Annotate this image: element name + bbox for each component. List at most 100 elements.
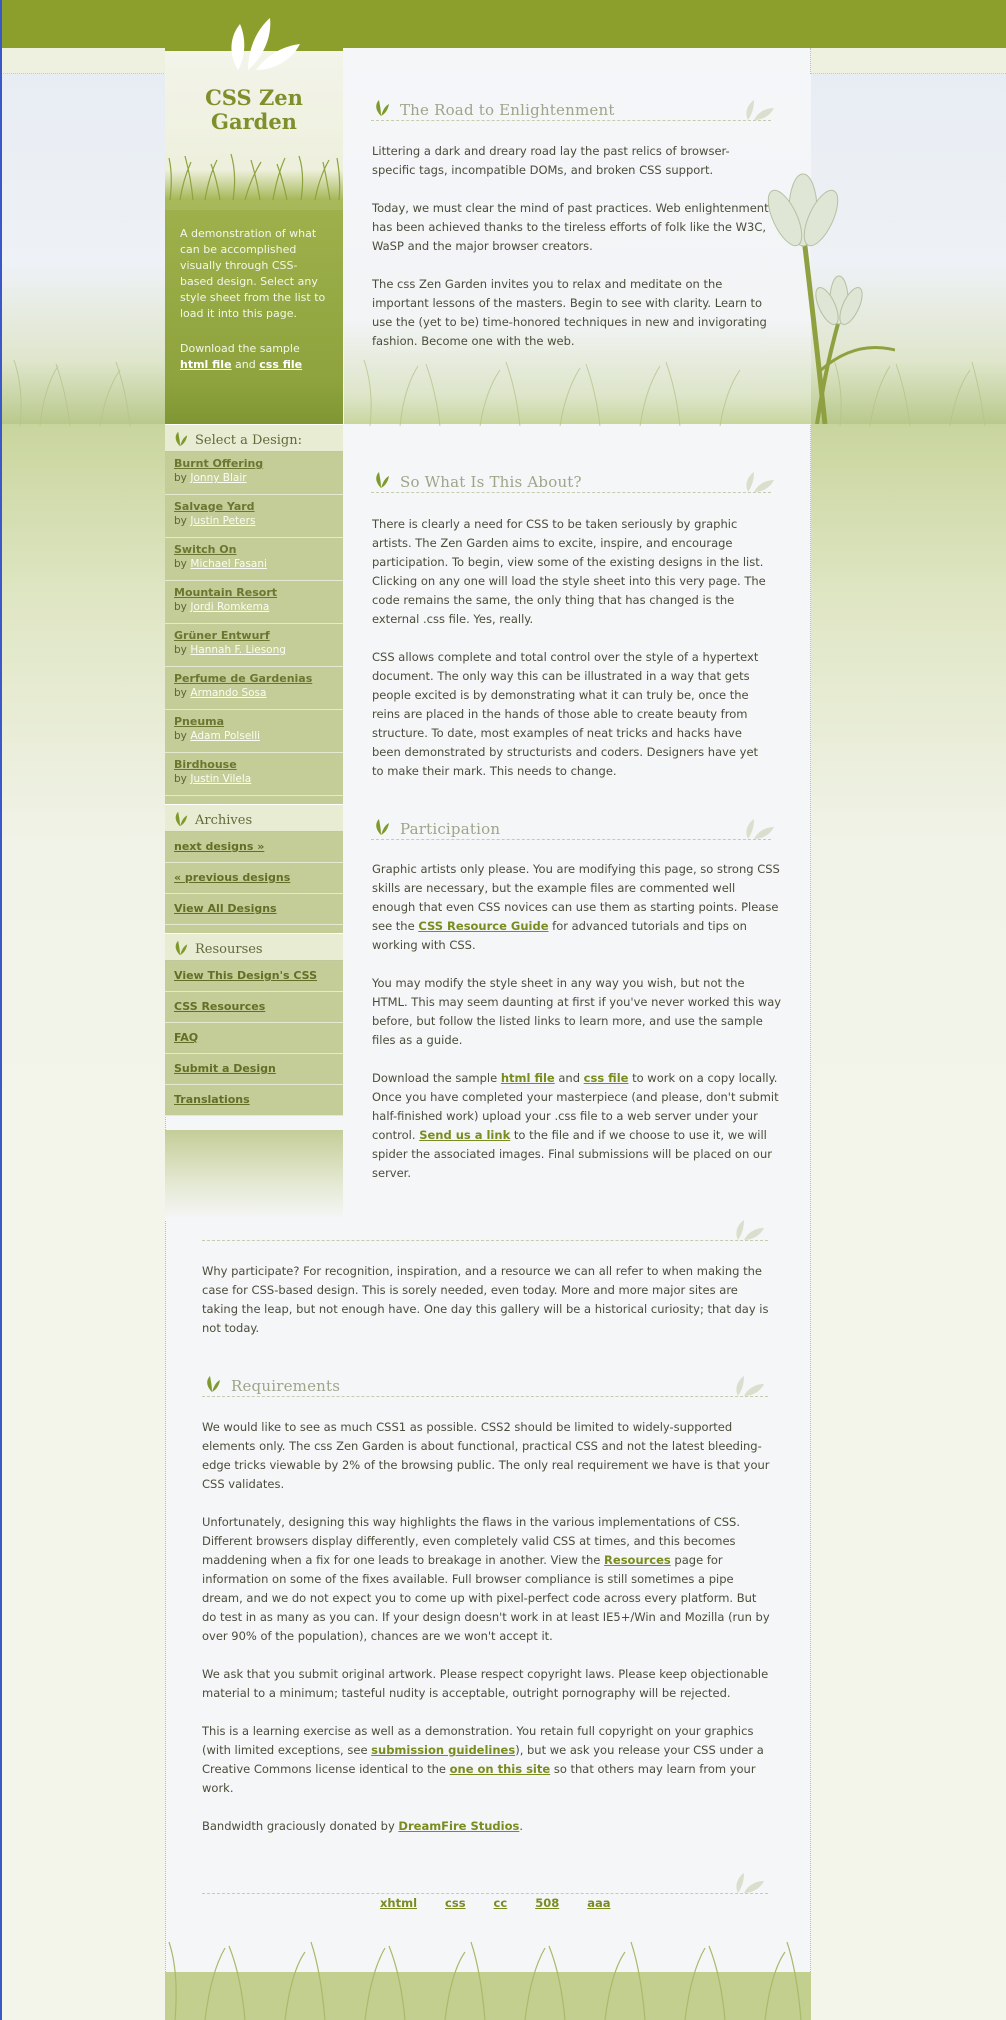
previous-designs-link[interactable]: « previous designs <box>165 863 343 894</box>
css-resources-label[interactable]: CSS Resources <box>174 1000 265 1013</box>
requirements-heading-text: Requirements <box>230 1377 341 1395</box>
archives-heading: Archives <box>165 804 343 832</box>
design-name-link[interactable]: Perfume de Gardenias <box>174 672 312 685</box>
requirements-paragraph-2: Unfortunately, designing this way highli… <box>202 1513 774 1646</box>
requirements-paragraph-1: We would like to see as much CSS1 as pos… <box>202 1420 770 1491</box>
view-design-css-link[interactable]: View This Design's CSS <box>165 961 343 992</box>
design-author-link[interactable]: Jordi Romkema <box>190 601 269 613</box>
explanation-heading: So What Is This About? <box>371 470 582 491</box>
heading-divider <box>202 1396 768 1397</box>
next-designs-label[interactable]: next designs » <box>174 840 264 853</box>
license-link[interactable]: one on this site <box>450 1762 551 1776</box>
design-name-link[interactable]: Mountain Resort <box>174 586 277 599</box>
design-name-link[interactable]: Switch On <box>174 543 236 556</box>
design-list-item[interactable]: Birdhouse by Justin Vilela <box>165 753 343 796</box>
preamble-body: Littering a dark and dreary road lay the… <box>372 142 772 370</box>
benefits-body: Why participate? For recognition, inspir… <box>202 1262 772 1357</box>
leaf-icon <box>376 100 389 116</box>
design-list-item[interactable]: Grüner Entwurf by Hannah F. Liesong <box>165 624 343 667</box>
design-author-link[interactable]: Armando Sosa <box>190 687 266 699</box>
design-list-item[interactable]: Burnt Offering by Jonny Blair <box>165 452 343 495</box>
leaf-icon <box>175 431 188 447</box>
preamble-heading: The Road to Enlightenment <box>371 98 615 119</box>
translations-label[interactable]: Translations <box>174 1093 250 1106</box>
leaf-ornament-icon <box>746 472 774 492</box>
requirements-paragraph-5: Bandwidth graciously donated by DreamFir… <box>202 1817 774 1836</box>
site-title: CSS Zen Garden <box>165 86 343 134</box>
html-file-link[interactable]: html file <box>501 1071 555 1085</box>
design-by-label: by <box>174 687 187 699</box>
requirements-text: Bandwidth graciously donated by <box>202 1819 399 1833</box>
leaf-icon <box>376 472 389 488</box>
submission-guidelines-link[interactable]: submission guidelines <box>371 1743 515 1757</box>
footer-css-link[interactable]: css <box>445 1896 466 1910</box>
faq-link[interactable]: FAQ <box>165 1023 343 1054</box>
preamble-paragraph-2: Today, we must clear the mind of past pr… <box>372 201 769 253</box>
design-name-link[interactable]: Birdhouse <box>174 758 237 771</box>
footer-aaa-link[interactable]: aaa <box>587 1896 610 1910</box>
submit-design-link[interactable]: Submit a Design <box>165 1054 343 1085</box>
design-by-label: by <box>174 558 187 570</box>
sidebar-gap <box>165 796 343 804</box>
explanation-heading-text: So What Is This About? <box>399 473 582 491</box>
select-design-heading-text: Select a Design: <box>195 433 302 448</box>
footer-cc-link[interactable]: cc <box>494 1896 508 1910</box>
leaf-icon <box>175 940 188 956</box>
leaf-ornament-icon <box>736 1220 764 1240</box>
requirements-paragraph-3: We ask that you submit original artwork.… <box>202 1667 769 1700</box>
design-author-link[interactable]: Hannah F. Liesong <box>190 644 286 656</box>
design-by-label: by <box>174 601 187 613</box>
design-author-link[interactable]: Justin Peters <box>190 515 255 527</box>
sidebar-gap <box>165 925 343 933</box>
leaf-ornament-icon <box>746 819 774 839</box>
heading-divider <box>202 1240 768 1241</box>
design-author-link[interactable]: Jonny Blair <box>190 472 246 484</box>
sidebar-fade <box>165 1130 343 1220</box>
leaf-icon <box>376 819 389 835</box>
previous-designs-label[interactable]: « previous designs <box>174 871 290 884</box>
footer-508-link[interactable]: 508 <box>535 1896 559 1910</box>
design-author-link[interactable]: Michael Fasani <box>190 558 267 570</box>
view-design-css-label[interactable]: View This Design's CSS <box>174 969 317 982</box>
design-list-item[interactable]: Perfume de Gardenias by Armando Sosa <box>165 667 343 710</box>
design-name-link[interactable]: Grüner Entwurf <box>174 629 270 642</box>
leaf-ornament-icon <box>736 1873 764 1893</box>
design-list-item[interactable]: Mountain Resort by Jordi Romkema <box>165 581 343 624</box>
design-author-link[interactable]: Justin Vilela <box>190 773 251 785</box>
header-grass-decoration <box>168 153 341 200</box>
view-all-designs-link[interactable]: View All Designs <box>165 894 343 925</box>
send-us-a-link-link[interactable]: Send us a link <box>419 1128 510 1142</box>
leaf-icon <box>175 811 188 827</box>
top-band <box>0 0 1006 48</box>
design-author-link[interactable]: Adam Polselli <box>190 730 260 742</box>
footer-grass-decoration <box>165 1941 811 2020</box>
css-resources-link[interactable]: CSS Resources <box>165 992 343 1023</box>
design-list-item[interactable]: Pneuma by Adam Polselli <box>165 710 343 753</box>
css-resource-guide-link[interactable]: CSS Resource Guide <box>418 919 548 933</box>
window-edge <box>0 0 2 2020</box>
design-list-item[interactable]: Switch On by Michael Fasani <box>165 538 343 581</box>
explanation-paragraph-2: CSS allows complete and total control ov… <box>372 650 759 778</box>
design-list-item[interactable]: Salvage Yard by Justin Peters <box>165 495 343 538</box>
design-name-link[interactable]: Salvage Yard <box>174 500 255 513</box>
faq-label[interactable]: FAQ <box>174 1031 198 1044</box>
explanation-body: There is clearly a need for CSS to be ta… <box>372 515 772 800</box>
resources-link[interactable]: Resources <box>604 1553 671 1567</box>
design-name-link[interactable]: Burnt Offering <box>174 457 263 470</box>
design-by-label: by <box>174 644 187 656</box>
css-file-link[interactable]: css file <box>584 1071 629 1085</box>
flower-decoration <box>767 173 895 424</box>
view-all-designs-label[interactable]: View All Designs <box>174 902 277 915</box>
translations-link[interactable]: Translations <box>165 1085 343 1116</box>
summary-text: A demonstration of what can be accomplis… <box>180 227 326 320</box>
dreamfire-studios-link[interactable]: DreamFire Studios <box>398 1819 519 1833</box>
design-name-link[interactable]: Pneuma <box>174 715 224 728</box>
participation-body: Graphic artists only please. You are mod… <box>372 860 782 1202</box>
leaf-ornament-icon <box>736 1376 764 1396</box>
next-designs-link[interactable]: next designs » <box>165 832 343 863</box>
footer-xhtml-link[interactable]: xhtml <box>380 1896 417 1910</box>
requirements-body: We would like to see as much CSS1 as pos… <box>202 1418 774 1855</box>
submit-design-label[interactable]: Submit a Design <box>174 1062 276 1075</box>
requirements-heading: Requirements <box>202 1374 340 1395</box>
leaf-icon <box>207 1376 220 1392</box>
